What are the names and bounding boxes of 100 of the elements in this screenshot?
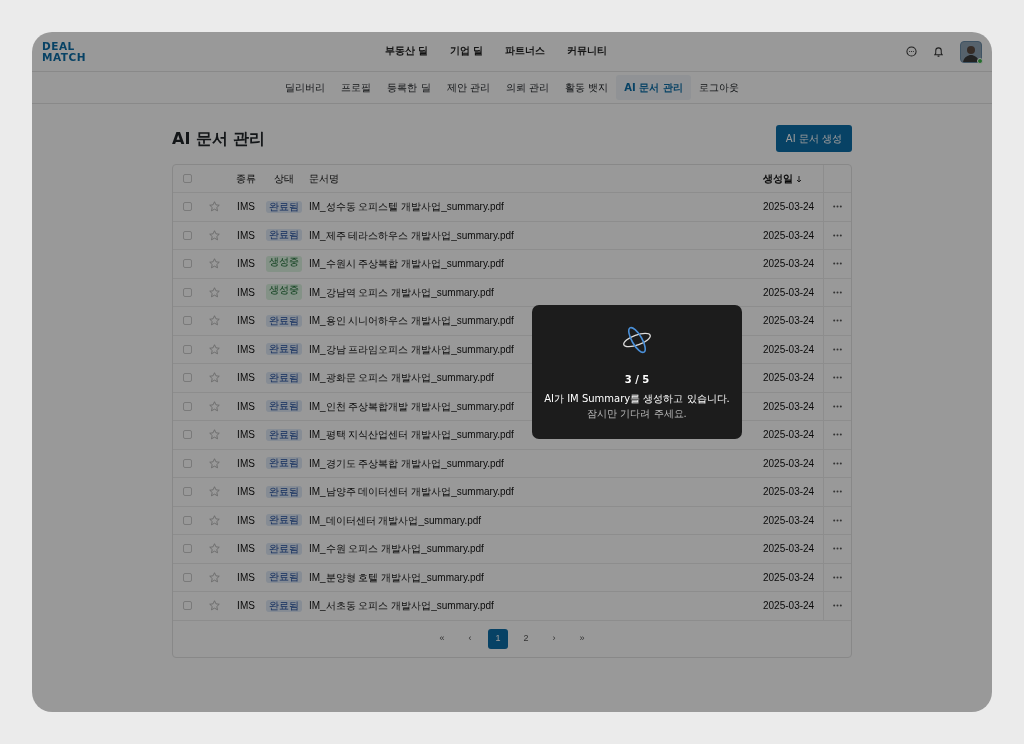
table-cell: IMS — [237, 229, 255, 241]
star-icon[interactable] — [208, 343, 220, 355]
file-name[interactable]: IM_분양형 호텔 개발사업_summary.pdf — [309, 571, 484, 583]
more-icon[interactable] — [833, 604, 842, 608]
file-name[interactable]: IM_평택 지식산업센터 개발사업_summary.pdf — [309, 429, 514, 441]
file-name[interactable]: IM_제주 테라스하우스 개발사업_summary.pdf — [309, 229, 514, 241]
file-name[interactable]: IM_남양주 데이터센터 개발사업_summary.pdf — [309, 486, 514, 498]
star-icon[interactable] — [208, 429, 220, 441]
more-icon[interactable] — [833, 575, 842, 579]
star-icon[interactable] — [208, 315, 220, 327]
star-icon[interactable] — [208, 514, 220, 526]
table-cell: IMS — [237, 343, 255, 355]
file-name[interactable]: IM_광화문 오피스 개발사업_summary.pdf — [309, 372, 494, 384]
column-header: 상태 — [274, 172, 294, 186]
table-cell: IMS — [237, 514, 255, 526]
star-icon[interactable] — [208, 400, 220, 412]
table-cell: IMS — [237, 486, 255, 498]
first-page-button[interactable]: « — [432, 628, 452, 649]
more-icon[interactable] — [833, 404, 842, 408]
tab[interactable]: 제안 관리 — [438, 75, 498, 100]
file-name[interactable]: IM_강남역 오피스 개발사업_summary.pdf — [309, 286, 494, 298]
nav-link[interactable]: 기업 딜 — [449, 44, 484, 59]
star-icon[interactable] — [208, 201, 220, 213]
more-icon[interactable] — [833, 518, 842, 522]
status-badge: 완료됨 — [266, 457, 302, 470]
chat-icon[interactable] — [906, 46, 917, 57]
more-icon[interactable] — [833, 290, 842, 294]
status-badge: 완료됨 — [266, 371, 302, 384]
user-avatar[interactable] — [960, 40, 982, 63]
file-name[interactable]: IM_강남 프라임오피스 개발사업_summary.pdf — [309, 343, 514, 355]
checkbox[interactable] — [182, 401, 192, 411]
file-name[interactable]: IM_성수동 오피스텔 개발사업_summary.pdf — [309, 201, 504, 213]
create-document-button[interactable]: AI 문서 생성 — [775, 125, 852, 152]
more-icon[interactable] — [833, 205, 842, 209]
star-icon[interactable] — [208, 457, 220, 469]
status-badge: 완료됨 — [266, 400, 302, 413]
logo[interactable]: DEAL MATCH — [42, 40, 86, 63]
checkbox[interactable] — [182, 601, 192, 611]
table-cell: 2025-03-24 — [763, 315, 815, 327]
tab[interactable]: 프로필 — [333, 75, 380, 100]
file-name[interactable]: IM_데이터센터 개발사업_summary.pdf — [309, 514, 482, 526]
file-name[interactable]: IM_용인 시니어하우스 개발사업_summary.pdf — [309, 315, 514, 327]
nav-link[interactable]: 커뮤니티 — [567, 44, 608, 59]
table-cell: IMS — [237, 315, 255, 327]
checkbox[interactable] — [182, 287, 192, 297]
file-name[interactable]: IM_서초동 오피스 개발사업_summary.pdf — [309, 600, 494, 612]
checkbox[interactable] — [182, 430, 192, 440]
more-icon[interactable] — [833, 262, 842, 266]
more-icon[interactable] — [833, 233, 842, 237]
more-icon[interactable] — [833, 461, 842, 465]
more-icon[interactable] — [833, 347, 842, 351]
checkbox[interactable] — [182, 544, 192, 554]
tab[interactable]: 의뢰 관리 — [497, 75, 557, 100]
checkbox[interactable] — [182, 572, 192, 582]
star-icon[interactable] — [208, 486, 220, 498]
checkbox[interactable] — [182, 344, 192, 354]
more-icon[interactable] — [833, 433, 842, 437]
tab[interactable]: 딜리버리 — [277, 75, 334, 100]
table-cell: 2025-03-24 — [763, 343, 815, 355]
more-icon[interactable] — [833, 376, 842, 380]
star-icon[interactable] — [208, 286, 220, 298]
file-name[interactable]: IM_수원 오피스 개발사업_summary.pdf — [309, 543, 484, 555]
table-cell: IMS — [237, 543, 255, 555]
table-cell: 2025-03-24 — [763, 486, 815, 498]
column-header[interactable]: 생성일 — [763, 173, 793, 184]
star-icon[interactable] — [208, 372, 220, 384]
previous-page-button[interactable]: ‹ — [460, 628, 480, 649]
bell-icon[interactable] — [933, 45, 944, 58]
sort-arrow-icon[interactable] — [796, 175, 802, 183]
star-icon[interactable] — [208, 571, 220, 583]
file-name[interactable]: IM_경기도 주상복합 개발사업_summary.pdf — [309, 457, 504, 469]
nav-link[interactable]: 파트너스 — [505, 44, 546, 59]
checkbox[interactable] — [182, 487, 192, 497]
nav-link[interactable]: 부동산 딜 — [384, 44, 428, 59]
star-icon[interactable] — [208, 543, 220, 555]
star-icon[interactable] — [208, 600, 220, 612]
file-name[interactable]: IM_인천 주상복합개발 개발사업_summary.pdf — [309, 400, 514, 412]
checkbox[interactable] — [182, 259, 192, 269]
more-icon[interactable] — [833, 319, 842, 323]
checkbox[interactable] — [182, 202, 192, 212]
tab[interactable]: 로그아웃 — [690, 75, 747, 100]
more-icon[interactable] — [833, 490, 842, 494]
tab[interactable]: 활동 뱃지 — [556, 75, 617, 100]
checkbox[interactable] — [182, 458, 192, 468]
file-name[interactable]: IM_수원시 주상복합 개발사업_summary.pdf — [309, 258, 504, 270]
next-page-button[interactable]: › — [544, 628, 564, 649]
checkbox[interactable] — [182, 230, 192, 240]
checkbox[interactable] — [182, 174, 192, 183]
checkbox[interactable] — [182, 316, 192, 326]
page-button[interactable]: 2 — [516, 628, 536, 649]
table-cell: IMS — [237, 571, 255, 583]
star-icon[interactable] — [208, 229, 220, 241]
page-button[interactable]: 1 — [488, 628, 508, 649]
tab[interactable]: AI 문서 관리 — [616, 75, 691, 100]
tab[interactable]: 등록한 딜 — [379, 75, 439, 100]
more-icon[interactable] — [833, 547, 842, 551]
checkbox[interactable] — [182, 515, 192, 525]
checkbox[interactable] — [182, 373, 192, 383]
star-icon[interactable] — [208, 258, 220, 270]
last-page-button[interactable]: » — [572, 628, 592, 649]
